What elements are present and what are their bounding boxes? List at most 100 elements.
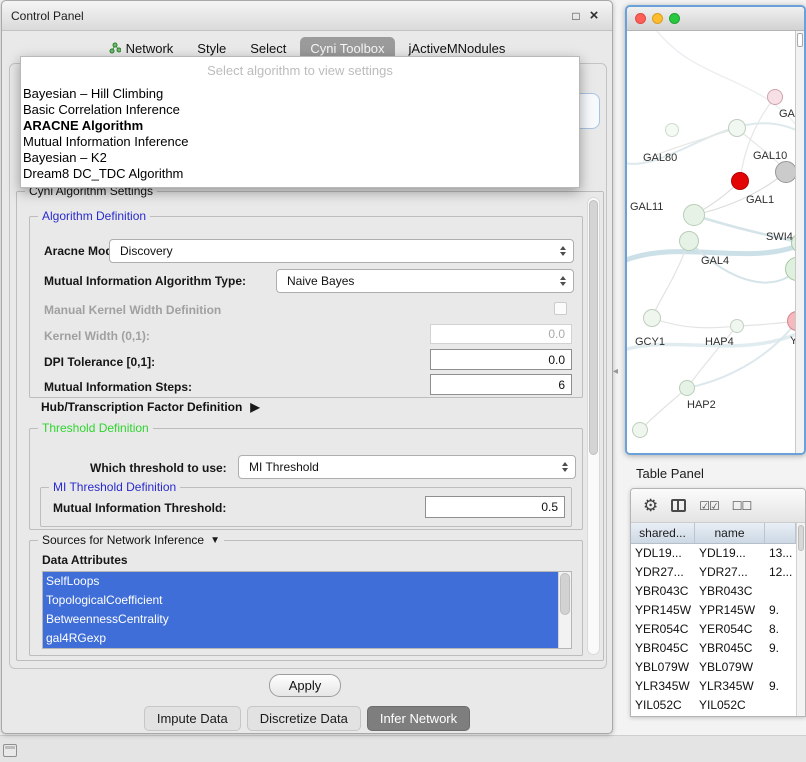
table-row[interactable]: YDL19...YDL19...13... — [631, 544, 796, 563]
columns-icon[interactable] — [671, 499, 686, 512]
dpi-tolerance-field[interactable]: 0.0 — [430, 349, 572, 370]
mi-algorithm-type-value: Naive Bayes — [287, 274, 551, 288]
cell-value — [765, 582, 796, 601]
collapsed-panel-icon[interactable] — [3, 744, 17, 757]
algorithm-popup-list: Bayesian – Hill ClimbingBasic Correlatio… — [21, 86, 579, 182]
network-scrollbar[interactable] — [795, 31, 804, 453]
select-all-icon[interactable]: ☑☑ — [699, 499, 719, 513]
minimize-traffic-light-icon[interactable] — [652, 13, 663, 24]
hub-definition-label: Hub/Transcription Factor Definition — [41, 400, 242, 414]
table-header-row: shared...name — [631, 523, 796, 544]
attributes-scrollbar[interactable] — [558, 572, 571, 648]
network-scrollbar-thumb[interactable] — [797, 33, 803, 47]
attributes-scrollbar-thumb[interactable] — [560, 573, 570, 615]
cell-shared-name: YDR27... — [631, 563, 695, 582]
sources-title-toggle[interactable]: Sources for Network Inference ▼ — [38, 533, 224, 547]
network-node[interactable] — [679, 380, 695, 396]
hub-definition-toggle[interactable]: Hub/Transcription Factor Definition ▶ — [41, 400, 260, 414]
attribute-item[interactable]: SelfLoops — [43, 572, 558, 591]
mi-steps-label: Mutual Information Steps: — [44, 380, 192, 394]
settings-scrollbar-thumb[interactable] — [589, 200, 598, 455]
tab-impute-data[interactable]: Impute Data — [144, 706, 241, 731]
network-node-label: GAL1 — [746, 194, 774, 206]
cell-shared-name: YIL052C — [631, 696, 695, 715]
network-node[interactable] — [767, 89, 783, 105]
table-row[interactable]: YBR043CYBR043C — [631, 582, 796, 601]
close-window-icon[interactable]: × — [585, 7, 603, 24]
table-row[interactable]: YER054CYER054C8. — [631, 620, 796, 639]
attribute-item[interactable]: gal4RGexp — [43, 629, 558, 648]
network-node[interactable] — [785, 257, 795, 281]
mi-threshold-definition-group: MI Threshold Definition Mutual Informati… — [40, 487, 572, 527]
column-header[interactable]: shared... — [631, 523, 695, 543]
network-node[interactable] — [730, 319, 744, 333]
attribute-item[interactable]: TopologicalCoefficient — [43, 591, 558, 610]
gear-icon[interactable]: ⚙ — [643, 497, 658, 514]
tab-label: Style — [197, 41, 226, 56]
apply-button[interactable]: Apply — [269, 674, 341, 697]
which-threshold-label: Which threshold to use: — [90, 461, 227, 475]
network-node[interactable] — [643, 309, 661, 327]
deselect-all-icon[interactable]: ☐☐ — [732, 499, 752, 513]
network-node[interactable] — [679, 231, 699, 251]
network-node-label: HAP2 — [687, 399, 716, 411]
kernel-width-field[interactable]: 0.0 — [430, 324, 572, 344]
table-scrollbar[interactable] — [796, 523, 805, 716]
algorithm-option[interactable]: Mutual Information Inference — [21, 134, 579, 150]
attribute-item[interactable]: BetweennessCentrality — [43, 610, 558, 629]
cell-value: 13... — [765, 544, 796, 563]
table-row[interactable]: YLR345WYLR345W9. — [631, 677, 796, 696]
table-row[interactable]: YPR145WYPR145W9. — [631, 601, 796, 620]
mi-threshold-field[interactable]: 0.5 — [425, 496, 565, 518]
table-row[interactable]: YBL079WYBL079W — [631, 658, 796, 677]
algorithm-option[interactable]: Dream8 DC_TDC Algorithm — [21, 166, 579, 182]
cell-value — [765, 696, 796, 715]
aracne-mode-select[interactable]: Discovery — [109, 239, 574, 263]
manual-kernel-width-checkbox[interactable] — [554, 302, 567, 315]
algorithm-option[interactable]: Basic Correlation Inference — [21, 102, 579, 118]
network-node[interactable] — [665, 123, 679, 137]
expand-down-icon: ▼ — [210, 535, 220, 546]
which-threshold-select[interactable]: MI Threshold — [238, 455, 576, 479]
algorithm-option[interactable]: ARACNE Algorithm — [21, 118, 579, 134]
zoom-traffic-light-icon[interactable] — [669, 13, 680, 24]
network-node[interactable] — [728, 119, 746, 137]
column-header[interactable]: name — [695, 523, 765, 543]
threshold-definition-group: Threshold Definition Which threshold to … — [29, 428, 583, 530]
settings-scrollbar[interactable] — [587, 197, 600, 655]
float-window-icon[interactable]: □ — [567, 9, 585, 23]
cell-value — [765, 658, 796, 677]
control-panel-titlebar[interactable]: Control Panel □ × — [2, 1, 612, 31]
table-row[interactable]: YBR045CYBR045C9. — [631, 639, 796, 658]
cell-name: YPR145W — [695, 601, 765, 620]
network-canvas[interactable]: GALGAL80GAL10GAL11GAL1SWI4GAL4GCY1HAP4YH… — [627, 31, 795, 453]
close-traffic-light-icon[interactable] — [635, 13, 646, 24]
network-node-label: GCY1 — [635, 336, 665, 348]
network-window-titlebar[interactable] — [627, 7, 804, 31]
mi-algorithm-type-select[interactable]: Naive Bayes — [276, 269, 574, 293]
mi-steps-field[interactable]: 6 — [430, 374, 572, 395]
network-node[interactable] — [632, 422, 648, 438]
table-scrollbar-thumb[interactable] — [798, 525, 804, 551]
tab-infer-network[interactable]: Infer Network — [367, 706, 470, 731]
network-node[interactable] — [787, 311, 795, 331]
table-row[interactable]: YDR27...YDR27...12... — [631, 563, 796, 582]
cell-name: YDL19... — [695, 544, 765, 563]
splitter-handle[interactable]: ◂ — [613, 366, 618, 377]
algorithm-option[interactable]: Bayesian – Hill Climbing — [21, 86, 579, 102]
cell-value: 9. — [765, 601, 796, 620]
algorithm-option[interactable]: Bayesian – K2 — [21, 150, 579, 166]
tab-label: jActiveMNodules — [409, 41, 506, 56]
algorithm-prompt: Select algorithm to view settings — [21, 60, 579, 86]
column-header[interactable] — [765, 523, 796, 543]
algorithm-definition-title: Algorithm Definition — [38, 209, 150, 223]
table-toolbar: ⚙ ☑☑ ☐☐ — [631, 489, 805, 523]
network-node[interactable] — [731, 172, 749, 190]
network-node[interactable] — [683, 204, 705, 226]
manual-kernel-width-label: Manual Kernel Width Definition — [44, 303, 221, 317]
which-threshold-value: MI Threshold — [249, 460, 553, 474]
table-row[interactable]: YIL052CYIL052C — [631, 696, 796, 715]
network-node-label: HAP4 — [705, 336, 734, 348]
tab-discretize-data[interactable]: Discretize Data — [247, 706, 361, 731]
network-node[interactable] — [775, 161, 795, 183]
